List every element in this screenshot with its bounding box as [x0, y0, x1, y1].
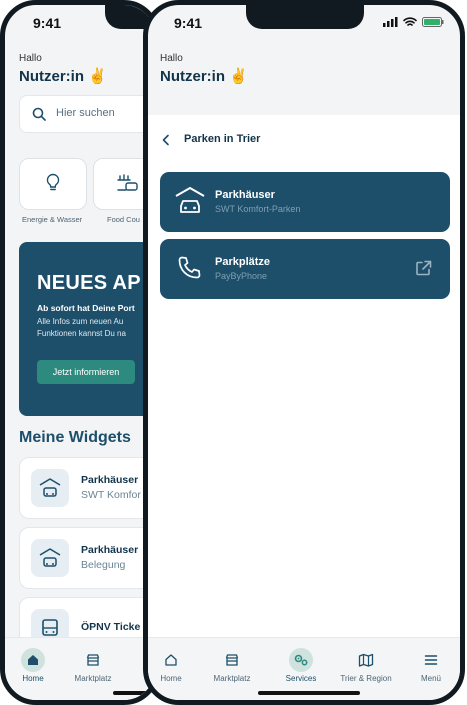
tile-label-food: Food Cou [107, 215, 140, 224]
parking-garage-icon [175, 187, 205, 213]
menu-icon [424, 655, 438, 665]
tab-label: Trier & Region [340, 674, 392, 683]
tab-label: Marktplatz [74, 674, 112, 683]
parkplaetze-card[interactable]: Parkplätze PayByPhone [160, 239, 450, 299]
widget-subtitle: Belegung [81, 559, 126, 571]
banner-line-2: Alle Infos zum neuen Au [37, 317, 124, 326]
page-title: Parken in Trier [184, 133, 261, 145]
external-link-icon [416, 260, 432, 276]
tile-energie-wasser[interactable] [19, 158, 87, 210]
status-time: 9:41 [174, 15, 203, 31]
banner-line-3: Funktionen kannst Du na [37, 329, 126, 338]
home-icon [28, 655, 38, 665]
parking-garage-icon [31, 539, 69, 577]
parking-panel: Parken in Trier Parkhäuser SWT Komfort-P… [148, 115, 460, 645]
greeting-name: Nutzer:in ✌️ [160, 68, 248, 85]
tab-home[interactable]: Home [154, 648, 188, 683]
home-indicator [258, 691, 360, 695]
home-indicator [113, 691, 153, 695]
wifi-icon [403, 17, 417, 26]
phone-icon [178, 256, 201, 279]
tab-marktplatz[interactable]: Marktplatz [206, 648, 258, 683]
search-input[interactable]: Hier suchen [19, 95, 155, 133]
widget-title: ÖPNV Ticke [81, 621, 141, 633]
widget-subtitle: SWT Komfor [81, 489, 141, 501]
tab-label: Services [285, 674, 317, 683]
store-icon [86, 654, 100, 666]
tab-label: Home [160, 674, 182, 683]
status-time: 9:41 [33, 15, 62, 31]
widget-card-parkhaeuser-belegung[interactable]: Parkhäuser Belegung [19, 527, 155, 589]
card-subtitle: SWT Komfort-Parken [215, 204, 301, 214]
card-title: Parkhäuser [215, 189, 275, 201]
lightbulb-icon [46, 173, 60, 191]
tab-label: Marktplatz [213, 674, 251, 683]
banner-title: NEUES AP [37, 272, 141, 294]
widget-title: Parkhäuser [81, 544, 139, 556]
status-icons [383, 17, 444, 27]
tab-services[interactable]: Services [276, 648, 326, 683]
jetzt-informieren-button[interactable]: Jetzt informieren [37, 360, 135, 384]
tab-trier-region[interactable]: Trier & Region [336, 648, 396, 683]
search-icon [32, 107, 46, 121]
back-chevron-icon[interactable] [161, 134, 171, 146]
signal-icon [383, 17, 398, 27]
parking-garage-icon [31, 469, 69, 507]
app-promo-banner: NEUES AP Ab sofort hat Deine Port Alle I… [19, 242, 155, 416]
widgets-title: Meine Widgets [19, 429, 131, 446]
tab-label: Menü [420, 674, 441, 683]
greeting-hello: Hallo [19, 53, 42, 64]
food-icon [117, 174, 138, 191]
map-icon [358, 653, 374, 667]
card-subtitle: PayByPhone [215, 271, 268, 281]
tab-label: Home [22, 674, 44, 683]
gears-icon [294, 654, 308, 666]
parkhaeuser-card[interactable]: Parkhäuser SWT Komfort-Parken [160, 172, 450, 232]
store-icon [225, 654, 239, 666]
banner-line-1: Ab sofort hat Deine Port [37, 303, 135, 313]
tab-home[interactable]: Home [15, 648, 51, 683]
tab-menu[interactable]: Menü [414, 648, 448, 683]
front-phone: 9:41 Hallo Nutzer:in ✌️ Parken in Trier [143, 0, 465, 705]
greeting-hello: Hallo [160, 53, 183, 64]
home-icon [165, 654, 177, 666]
widget-card-parkhaeuser[interactable]: Parkhäuser SWT Komfor [19, 457, 155, 519]
card-title: Parkplätze [215, 256, 271, 268]
phone-notch [246, 5, 364, 29]
tile-label-energie: Energie & Wasser [22, 215, 83, 224]
back-phone: 9:41 Hallo Nutzer:in ✌️ Hier suchen Ener… [0, 0, 160, 705]
battery-icon [422, 17, 444, 27]
greeting-name: Nutzer:in ✌️ [19, 68, 107, 85]
widget-title: Parkhäuser [81, 474, 139, 486]
search-placeholder: Hier suchen [56, 107, 115, 119]
tab-marktplatz[interactable]: Marktplatz [67, 648, 119, 683]
